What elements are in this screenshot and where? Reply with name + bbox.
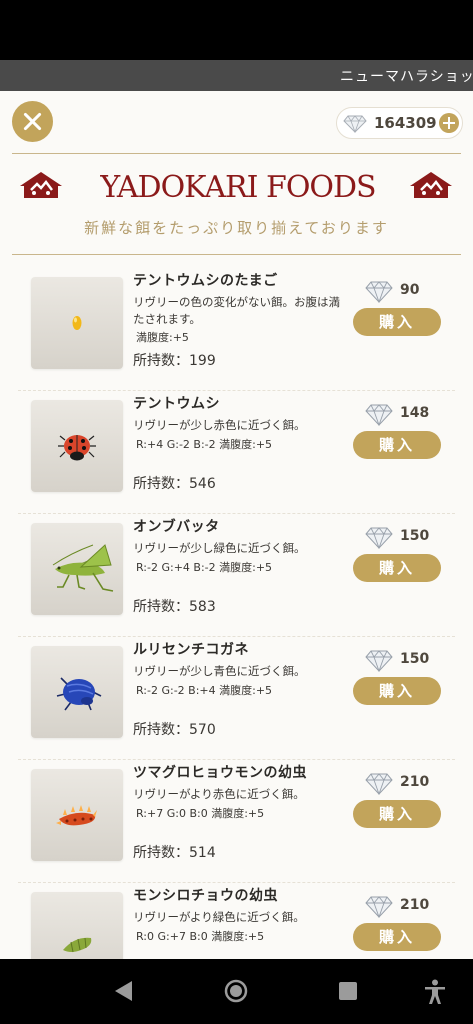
owned-label: 所持数：	[133, 353, 189, 369]
owned-label: 所持数：	[133, 845, 189, 861]
item-owned-count: 所持数：199	[133, 350, 216, 370]
ladybug-icon	[58, 435, 96, 461]
item-stats: R:0 G:+7 B:0 満腹度:+5	[136, 930, 265, 943]
item-owned-count: 所持数：514	[133, 842, 216, 862]
item-description: リヴリーが少し青色に近づく餌。	[133, 664, 306, 678]
shop-tagline: 新鮮な餌をたっぷり取り揃えております	[84, 219, 389, 237]
owned-value: 583	[189, 599, 216, 615]
buy-button[interactable]: 購入	[353, 308, 441, 336]
header-rule	[12, 254, 461, 255]
owned-label: 所持数：	[133, 722, 189, 738]
item-image	[31, 892, 123, 959]
shop-item: テントウムシのたまご リヴリーの色の変化がない餌。お腹は満たされます。 満腹度:…	[0, 268, 473, 391]
owned-value: 514	[189, 845, 216, 861]
shop-item: ルリセンチコガネ リヴリーが少し青色に近づく餌。 R:-2 G:-2 B:+4 …	[0, 637, 473, 760]
green-caterpillar-icon	[63, 937, 92, 953]
system-navigation-bar	[0, 959, 473, 1024]
diamond-icon	[365, 404, 393, 426]
item-stats: 満腹度:+5	[136, 331, 189, 344]
buy-button[interactable]: 購入	[353, 677, 441, 705]
item-stats: R:+7 G:0 B:0 満腹度:+5	[136, 807, 265, 820]
item-price: 150	[400, 528, 430, 544]
item-name: ツマグロヒョウモンの幼虫	[133, 765, 307, 781]
item-price: 210	[400, 897, 430, 913]
recents-icon[interactable]	[337, 979, 359, 1003]
buy-button[interactable]: 購入	[353, 800, 441, 828]
owned-value: 546	[189, 476, 216, 492]
header-rule	[12, 153, 461, 154]
item-price: 210	[400, 774, 430, 790]
item-stats: R:+4 G:-2 B:-2 満腹度:+5	[136, 438, 273, 451]
diamond-icon	[365, 281, 393, 303]
shop-panel: 164309 YADOKARI FOODS 新鮮な餌をたっぷり取り揃えております…	[0, 91, 473, 959]
shell-logo-icon	[20, 172, 62, 198]
item-description: リヴリーの色の変化がない餌。お腹は満たされます。	[133, 295, 340, 326]
owned-value: 570	[189, 722, 216, 738]
item-name: テントウムシ	[133, 396, 220, 412]
shop-item: ツマグロヒョウモンの幼虫 リヴリーがより赤色に近づく餌。 R:+7 G:0 B:…	[0, 760, 473, 883]
shop-item: テントウムシ リヴリーが少し赤色に近づく餌。 R:+4 G:-2 B:-2 満腹…	[0, 391, 473, 514]
buy-button[interactable]: 購入	[353, 554, 441, 582]
item-name: ルリセンチコガネ	[133, 642, 249, 658]
shop-name-ticker: ニューマハラショップ	[0, 60, 473, 91]
owned-label: 所持数：	[133, 476, 189, 492]
item-description: リヴリーが少し緑色に近づく餌。	[133, 541, 306, 555]
back-icon[interactable]	[112, 979, 134, 1003]
buy-button[interactable]: 購入	[353, 431, 441, 459]
add-gems-button[interactable]	[439, 113, 459, 133]
item-description: リヴリーがより赤色に近づく餌。	[133, 787, 305, 801]
buy-button[interactable]: 購入	[353, 923, 441, 951]
diamond-icon	[365, 896, 393, 918]
ticker-text: ニューマハラショップ	[340, 69, 473, 85]
item-owned-count: 所持数：570	[133, 719, 216, 739]
blue-beetle-icon	[56, 677, 102, 711]
item-image	[31, 400, 123, 492]
item-image	[31, 646, 123, 738]
owned-value: 199	[189, 353, 216, 369]
item-description: リヴリーが少し赤色に近づく餌。	[133, 418, 306, 432]
grasshopper-icon	[52, 544, 114, 592]
item-description: リヴリーがより緑色に近づく餌。	[133, 910, 305, 924]
owned-label: 所持数：	[133, 599, 189, 615]
item-image	[31, 523, 123, 615]
gem-balance-amount: 164309	[374, 114, 437, 132]
item-owned-count: 所持数：583	[133, 596, 216, 616]
home-icon[interactable]	[224, 979, 248, 1003]
shop-item: モンシロチョウの幼虫 リヴリーがより緑色に近づく餌。 R:0 G:+7 B:0 …	[0, 883, 473, 959]
gem-balance: 164309	[336, 107, 463, 139]
accessibility-icon[interactable]	[424, 979, 446, 1005]
close-button[interactable]	[12, 101, 53, 142]
diamond-icon	[365, 650, 393, 672]
shop-item: オンブバッタ リヴリーが少し緑色に近づく餌。 R:-2 G:+4 B:-2 満腹…	[0, 514, 473, 637]
item-image	[31, 769, 123, 861]
status-bar	[0, 0, 473, 60]
brand-logo: YADOKARI FOODS	[18, 166, 455, 210]
item-price: 148	[400, 405, 430, 421]
diamond-icon	[365, 527, 393, 549]
shell-logo-icon	[410, 172, 452, 198]
item-price: 150	[400, 651, 430, 667]
item-price: 90	[400, 282, 420, 298]
item-name: モンシロチョウの幼虫	[133, 888, 278, 904]
diamond-icon	[365, 773, 393, 795]
item-stats: R:-2 G:-2 B:+4 満腹度:+5	[136, 684, 273, 697]
item-owned-count: 所持数：546	[133, 473, 216, 493]
egg-icon	[72, 316, 82, 330]
item-stats: R:-2 G:+4 B:-2 満腹度:+5	[136, 561, 273, 574]
diamond-icon	[343, 115, 367, 133]
item-name: テントウムシのたまご	[133, 273, 278, 289]
item-image	[31, 277, 123, 369]
item-name: オンブバッタ	[133, 519, 220, 535]
red-caterpillar-icon	[56, 805, 97, 826]
brand-title: YADOKARI FOODS	[100, 170, 376, 205]
